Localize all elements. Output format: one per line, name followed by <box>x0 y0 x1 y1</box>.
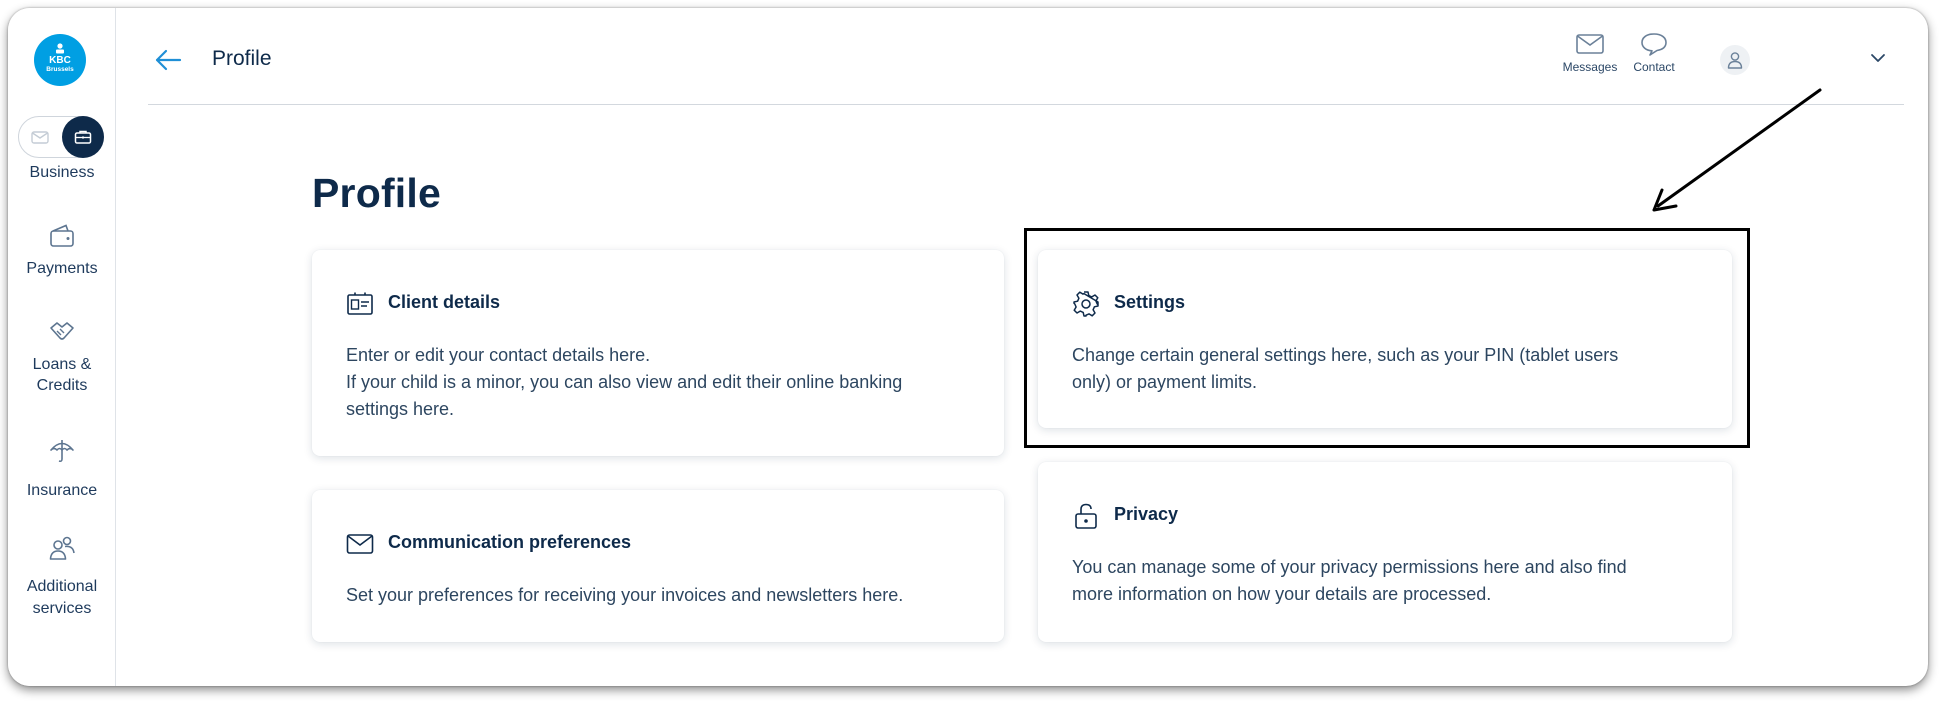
annotation-arrow-icon <box>1652 88 1822 212</box>
communication-preferences-card[interactable]: Communication preferences Set your prefe… <box>312 490 1004 642</box>
speech-bubble-icon <box>1641 33 1667 56</box>
card-description: You can manage some of your privacy perm… <box>1072 554 1627 608</box>
card-description-line: If your child is a minor, you can also v… <box>346 372 903 392</box>
business-option[interactable] <box>62 116 104 158</box>
app-window: KBC Brussels Business Payments Loans & C… <box>8 8 1928 686</box>
handshake-icon <box>50 322 74 340</box>
personal-business-toggle[interactable] <box>18 116 104 158</box>
card-title: Privacy <box>1114 504 1179 524</box>
kbc-logo[interactable]: KBC Brussels <box>34 34 86 86</box>
card-title: Communication preferences <box>388 532 632 552</box>
card-description-line: Enter or edit your contact details here. <box>346 345 651 365</box>
contact-button[interactable]: Contact <box>1622 32 1686 74</box>
sidebar-item-label: Payments <box>26 260 98 277</box>
sidebar-item-label: Credits <box>36 377 88 394</box>
messages-button[interactable]: Messages <box>1554 32 1626 74</box>
envelope-icon <box>1576 34 1604 54</box>
page-title: Profile <box>312 170 441 216</box>
logo-brand-text: KBC <box>49 55 71 66</box>
contact-label: Contact <box>1633 60 1675 74</box>
messages-label: Messages <box>1562 60 1618 74</box>
sidebar: KBC Brussels Business Payments Loans & C… <box>8 8 116 686</box>
annotation-highlight-box <box>1024 228 1750 448</box>
card-description-line: Set your preferences for receiving your … <box>346 585 904 605</box>
sidebar-item-label: services <box>32 600 92 617</box>
card-description-line: settings here. <box>346 399 455 419</box>
header-title: Profile <box>212 47 272 70</box>
logo-city-text: Brussels <box>46 66 74 73</box>
people-icon <box>49 536 75 560</box>
padlock-icon <box>1075 503 1097 529</box>
card-description: Enter or edit your contact details here.… <box>346 342 902 423</box>
personal-envelope-icon[interactable] <box>30 127 50 147</box>
client-details-card[interactable]: Client details Enter or edit your contac… <box>312 250 1004 456</box>
back-arrow-icon[interactable] <box>154 48 182 72</box>
logo-figure-icon <box>56 43 64 54</box>
sidebar-item-label: Insurance <box>26 482 98 499</box>
briefcase-icon <box>74 130 92 144</box>
envelope-icon <box>346 534 374 554</box>
card-description-line: You can manage some of your privacy perm… <box>1072 557 1627 577</box>
wallet-icon <box>50 224 74 247</box>
card-description-line: more information on how your details are… <box>1072 584 1492 604</box>
sidebar-item-label: Loans & <box>32 356 92 373</box>
user-icon <box>1727 52 1743 69</box>
header-divider <box>148 104 1904 105</box>
card-description: Set your preferences for receiving your … <box>346 582 903 609</box>
sidebar-item-label: Additional <box>26 578 98 595</box>
chevron-down-icon[interactable] <box>1870 52 1886 64</box>
id-card-icon <box>347 292 373 315</box>
card-title: Client details <box>388 292 501 312</box>
business-label: Business <box>29 164 95 181</box>
privacy-card[interactable]: Privacy You can manage some of your priv… <box>1038 462 1732 642</box>
umbrella-icon <box>50 440 74 463</box>
user-avatar[interactable] <box>1720 45 1750 75</box>
